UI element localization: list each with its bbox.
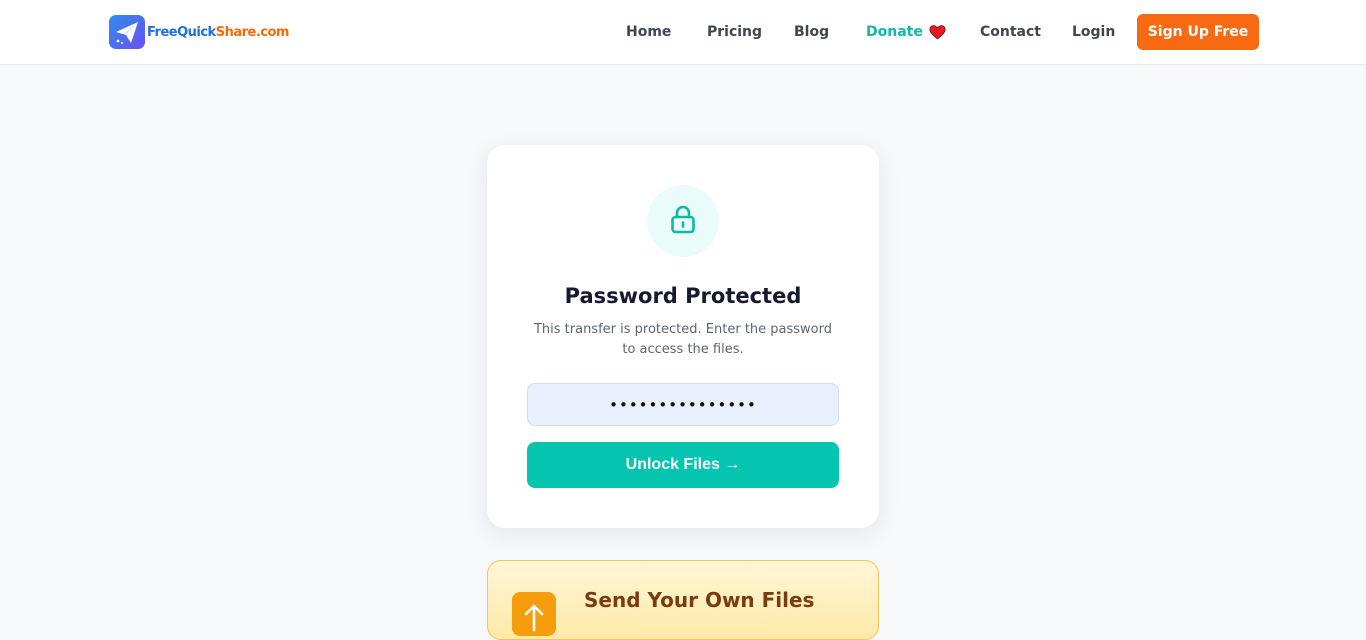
unlock-files-button[interactable]: Unlock Files → <box>527 442 839 488</box>
promo-title: Send Your Own Files <box>584 588 815 612</box>
nav-donate[interactable]: Donate <box>866 24 946 40</box>
heart-icon <box>929 24 946 40</box>
nav-blog[interactable]: Blog <box>794 24 829 40</box>
upload-icon <box>512 592 556 636</box>
paper-plane-icon <box>109 15 145 49</box>
nav-home[interactable]: Home <box>626 24 671 40</box>
sign-up-button[interactable]: Sign Up Free <box>1137 14 1259 50</box>
top-navbar: FreeQuickShare.com Home Pricing Blog Don… <box>0 0 1366 65</box>
lock-icon-badge <box>647 185 719 257</box>
nav-pricing[interactable]: Pricing <box>707 24 762 40</box>
send-files-promo[interactable]: Send Your Own Files <box>487 560 879 640</box>
nav-contact[interactable]: Contact <box>980 24 1041 40</box>
page-title: Password Protected <box>564 284 802 308</box>
lock-icon <box>668 203 698 239</box>
password-input[interactable] <box>527 383 839 426</box>
nav-donate-label: Donate <box>866 24 923 40</box>
password-card: Password Protected This transfer is prot… <box>487 145 879 528</box>
logo-text-part1: FreeQuick <box>147 24 216 40</box>
card-description: This transfer is protected. Enter the pa… <box>533 322 833 357</box>
site-logo[interactable]: FreeQuickShare.com <box>109 15 289 49</box>
logo-text-part2: Share.com <box>215 24 290 40</box>
nav-login[interactable]: Login <box>1072 24 1115 40</box>
logo-wordmark: FreeQuickShare.com <box>147 25 289 40</box>
